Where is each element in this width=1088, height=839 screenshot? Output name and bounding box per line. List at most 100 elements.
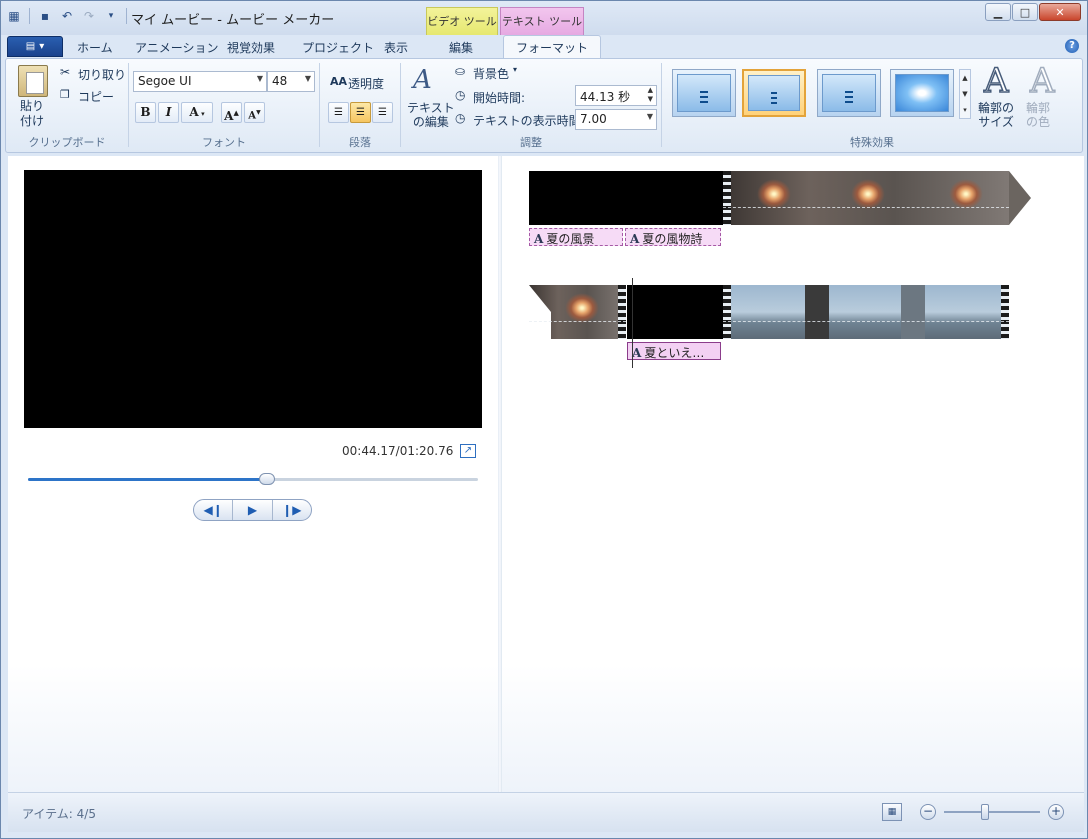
gallery-more-icon[interactable]: ▾ xyxy=(963,106,967,114)
qat-customize-icon[interactable]: ▾ xyxy=(102,7,120,25)
tab-view[interactable]: 表示 xyxy=(384,39,408,56)
effect-preview xyxy=(677,74,731,112)
video-preview[interactable] xyxy=(24,170,482,428)
minimize-button[interactable]: ▁ xyxy=(985,3,1011,21)
font-family-value: Segoe UI xyxy=(138,74,192,88)
tab-animation[interactable]: アニメーション xyxy=(135,39,219,56)
align-right-button[interactable]: ☰ xyxy=(372,102,393,123)
duration-label: テキストの表示時間: xyxy=(473,114,585,128)
scissors-icon: ✂ xyxy=(60,65,71,79)
transparency-label: 透明度 xyxy=(348,77,385,91)
scroll-down-icon[interactable]: ▼ xyxy=(962,90,967,98)
group-label-effects: 特殊効果 xyxy=(850,136,894,149)
spinner-arrows-icon[interactable]: ▲ ▼ xyxy=(648,86,653,104)
clip-frame xyxy=(565,293,599,323)
group-font: Segoe UI ▼ 48 ▼ B I A ▾ A▲ A▼ フォント xyxy=(129,59,319,152)
seek-thumb[interactable] xyxy=(258,473,275,485)
outline-color-label: 輪郭 の色 xyxy=(1026,101,1051,129)
scroll-up-icon[interactable]: ▲ xyxy=(962,74,967,82)
redo-icon[interactable]: ↷ xyxy=(80,7,98,25)
maximize-button[interactable]: □ xyxy=(1012,3,1038,21)
group-paragraph: AA 透明度 ☰ ☰ ☰ 段落 xyxy=(320,59,400,152)
chevron-down-icon: ▼ xyxy=(256,74,263,83)
group-label-clipboard: クリップボード xyxy=(28,136,106,149)
seek-bar[interactable] xyxy=(28,473,478,485)
status-bar: アイテム: 4/5 ▦ − + xyxy=(8,792,1084,832)
duration-value: 7.00 xyxy=(580,112,607,126)
tab-project[interactable]: プロジェクト xyxy=(302,39,374,56)
duration-combo[interactable]: 7.00 ▼ xyxy=(575,109,657,130)
video-clip[interactable] xyxy=(723,285,1009,339)
zoom-slider[interactable] xyxy=(944,804,1040,820)
help-icon[interactable]: ? xyxy=(1065,39,1079,53)
app-film-icon[interactable]: ▦ xyxy=(5,7,23,25)
zoom-out-button[interactable]: − xyxy=(920,804,936,820)
shrink-font-label: A xyxy=(248,110,257,122)
zoom-in-button[interactable]: + xyxy=(1048,804,1064,820)
gallery-scroll[interactable]: ▲ ▼ ▾ xyxy=(959,69,971,119)
video-clip[interactable] xyxy=(723,171,1009,225)
tab-visual-effects[interactable]: 視覚効果 xyxy=(227,39,275,56)
zoom-thumb[interactable] xyxy=(981,804,990,820)
video-clip[interactable] xyxy=(529,285,626,339)
cut-label: 切り取り xyxy=(78,68,127,82)
italic-button[interactable]: I xyxy=(158,102,179,123)
effect-thumbnail[interactable] xyxy=(672,69,736,117)
caption-label: 夏といえ… xyxy=(644,346,705,360)
main-area: 00:44.17/01:20.76 ↗ ◀❙ ▶ ❙▶ A 夏の風景 A 夏の風… xyxy=(8,156,1084,792)
tab-home[interactable]: ホーム xyxy=(77,39,113,56)
tab-edit[interactable]: 編集 xyxy=(449,39,473,56)
font-size-combo[interactable]: 48 ▼ xyxy=(267,71,315,92)
font-size-value: 48 xyxy=(272,74,288,88)
thumbnail-size-icon[interactable]: ▦ xyxy=(882,803,902,821)
title-clip[interactable] xyxy=(627,285,723,339)
undo-icon[interactable]: ↶ xyxy=(58,7,76,25)
align-left-icon: ☰ xyxy=(334,107,343,118)
outline-color-icon: A xyxy=(1029,60,1055,102)
group-effects: ▲ ▼ ▾ A 輪郭の サイズ A 輪郭 の色 特殊効果 xyxy=(662,59,1082,152)
align-center-button[interactable]: ☰ xyxy=(350,102,371,123)
qat-separator xyxy=(29,8,30,24)
grow-font-button[interactable]: A▲ xyxy=(221,102,242,123)
caption-clip[interactable]: A 夏の風物詩 xyxy=(625,228,721,246)
shrink-font-button[interactable]: A▼ xyxy=(244,102,265,123)
save-icon[interactable]: ▪ xyxy=(36,7,54,25)
window-title: マイ ムービー - ムービー メーカー xyxy=(131,13,335,28)
font-family-combo[interactable]: Segoe UI ▼ xyxy=(133,71,267,92)
start-time-label: 開始時間: xyxy=(473,91,526,105)
caption-clip[interactable]: A 夏の風景 xyxy=(529,228,623,246)
next-frame-button[interactable]: ❙▶ xyxy=(273,500,311,520)
text-caption-icon: A xyxy=(632,346,642,360)
qat-separator xyxy=(126,8,127,24)
previous-frame-button[interactable]: ◀❙ xyxy=(194,500,234,520)
chevron-down-icon: ▼ xyxy=(304,74,311,83)
next-frame-icon: ❙▶ xyxy=(282,503,302,517)
caption-clip[interactable]: A 夏といえ… xyxy=(627,342,721,360)
font-color-button[interactable]: A ▾ xyxy=(181,102,213,123)
play-button[interactable]: ▶ xyxy=(233,500,273,520)
effect-lines xyxy=(771,92,777,104)
text-caption-icon: A xyxy=(630,232,640,246)
caption-label: 夏の風物詩 xyxy=(642,232,703,246)
effect-thumbnail[interactable] xyxy=(742,69,806,117)
duration-icon: ◷ xyxy=(455,111,466,125)
item-count: アイテム: 4/5 xyxy=(22,807,96,821)
playhead[interactable] xyxy=(632,278,633,368)
fullscreen-icon[interactable]: ↗ xyxy=(460,444,476,458)
close-button[interactable]: ✕ xyxy=(1039,3,1081,21)
start-time-spinner[interactable]: 44.13 秒 ▲ ▼ xyxy=(575,85,657,106)
preview-pane: 00:44.17/01:20.76 ↗ ◀❙ ▶ ❙▶ xyxy=(8,156,498,792)
effect-thumbnail[interactable] xyxy=(890,69,954,117)
paint-bucket-icon: ⛀ xyxy=(455,64,466,78)
bold-button[interactable]: B xyxy=(135,102,156,123)
timecode: 00:44.17/01:20.76 xyxy=(342,444,454,458)
effect-lines xyxy=(700,91,708,103)
paste-icon xyxy=(18,65,48,97)
effect-thumbnail[interactable] xyxy=(817,69,881,117)
audio-waveform xyxy=(723,207,1009,217)
tab-format[interactable]: フォーマット xyxy=(503,35,602,59)
outline-size-label: 輪郭の サイズ xyxy=(978,101,1015,129)
title-clip[interactable] xyxy=(529,171,723,225)
align-left-button[interactable]: ☰ xyxy=(328,102,349,123)
app-menu-button[interactable]: ▤ ▾ xyxy=(7,36,63,57)
